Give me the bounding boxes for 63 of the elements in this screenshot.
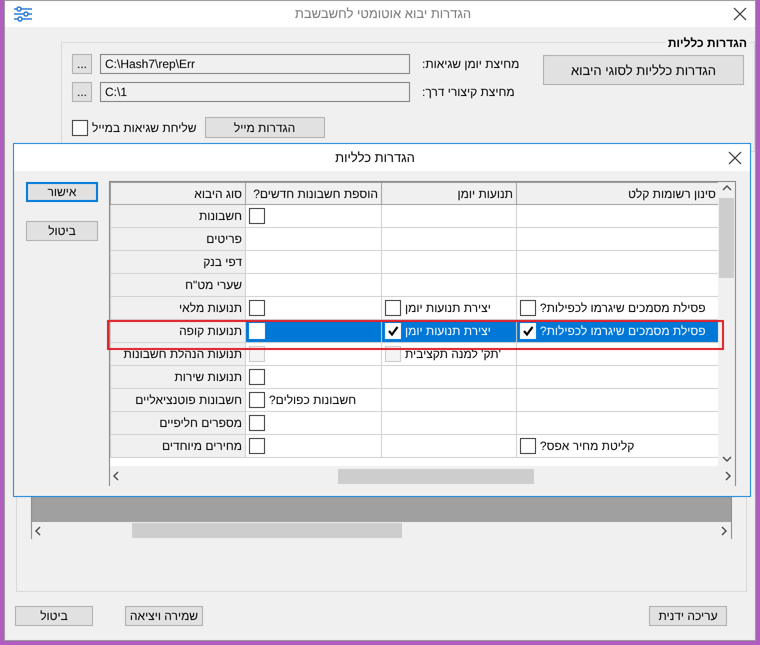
close-icon[interactable]: [728, 150, 742, 164]
grid-row[interactable]: תנועות שירות: [110, 366, 718, 388]
browse-button[interactable]: ...: [72, 54, 92, 74]
row-header[interactable]: שערי מט"ח: [110, 274, 246, 296]
row-header[interactable]: מחירים מיוחדים: [110, 434, 246, 458]
row-header[interactable]: מספרים חליפיים: [110, 412, 246, 434]
cell-label: קליטת מחיר אפס?: [540, 438, 634, 455]
grid-row[interactable]: פסילת מסמכים שיגרמו לכפילות? יצירת תנועות יומן תנועות קופה: [110, 320, 718, 342]
footer-button[interactable]: ביטול: [15, 606, 93, 626]
checkbox[interactable]: [520, 300, 536, 316]
checkbox[interactable]: [520, 438, 536, 454]
dialog-button[interactable]: ביטול: [26, 221, 98, 241]
dialog-button[interactable]: אישור: [26, 182, 98, 202]
cell-label: 'תק' למנה תקציבית: [404, 346, 501, 363]
footer-button[interactable]: שמירה ויציאה: [125, 606, 203, 626]
grid-row[interactable]: שערי מט"ח: [110, 274, 718, 296]
close-icon[interactable]: [733, 7, 747, 21]
row-header[interactable]: תנועות שירות: [110, 366, 246, 388]
grid-row[interactable]: קליטת מחיר אפס? מחירים מיוחדים: [110, 434, 718, 458]
row-header[interactable]: דפי בנק: [110, 250, 246, 274]
cell-label: יצירת תנועות יומן: [404, 323, 491, 340]
checkbox[interactable]: [249, 415, 265, 431]
checkbox[interactable]: [249, 208, 265, 224]
checkbox-label: שליחת שגיאות במייל: [92, 120, 197, 136]
checkbox[interactable]: [249, 300, 265, 316]
path-field[interactable]: C:\Hash7\rep\Err: [100, 54, 410, 74]
cell-label: פסילת מסמכים שיגרמו לכפילות?: [540, 300, 706, 317]
checkbox[interactable]: [249, 392, 265, 408]
scroll-thumb[interactable]: [338, 468, 534, 484]
row-header[interactable]: פריטים: [110, 228, 246, 250]
settings-icon[interactable]: [13, 6, 33, 22]
grid-row[interactable]: חשבונות: [110, 204, 718, 228]
import-types-button[interactable]: הגדרות כלליות לסוגי היבוא: [543, 55, 744, 85]
cell-label: יצירת תנועות יומן: [404, 300, 491, 317]
grid-row[interactable]: פריטים: [110, 228, 718, 250]
browse-button[interactable]: ...: [72, 82, 92, 102]
row-header[interactable]: חשבונות פוטנציאליים: [110, 388, 246, 412]
cell-label: פסילת מסמכים שיגרמו לכפילות?: [540, 323, 706, 340]
grid-row[interactable]: מספרים חליפיים: [110, 412, 718, 434]
grid-row[interactable]: 'תק' למנה תקציבית תנועות הנהלת חשבונות: [110, 342, 718, 366]
footer-button[interactable]: עריכה ידנית: [649, 606, 727, 626]
grid-row[interactable]: חשבונות כפולים? חשבונות פוטנציאליים: [110, 388, 718, 412]
window-title: הגדרות יבוא אוטומטי לחשבשבת: [294, 5, 472, 24]
cell-label: חשבונות כפולים?: [269, 392, 356, 409]
dialog-title: הגדרות כלליות: [334, 148, 416, 167]
row-header[interactable]: חשבונות: [110, 204, 246, 228]
grid-row[interactable]: דפי בנק: [110, 250, 718, 274]
checkbox[interactable]: [384, 300, 401, 316]
checkbox[interactable]: [249, 369, 265, 385]
field-label: מחיצת יומן שגיאות:: [422, 56, 520, 73]
scroll-thumb[interactable]: [132, 523, 402, 538]
column-header: הוספת חשבונות חדשים?: [246, 182, 382, 204]
grid-row[interactable]: פסילת מסמכים שיגרמו לכפילות? יצירת תנועות יומן תנועות מלאי: [110, 296, 718, 320]
checkbox[interactable]: [249, 438, 265, 454]
row-header[interactable]: תנועות מלאי: [110, 296, 246, 320]
checkbox[interactable]: [72, 120, 88, 136]
path-field[interactable]: C:\1: [100, 82, 410, 102]
field-label: מחיצת קיצורי דרך:: [422, 84, 515, 101]
mail-settings-button[interactable]: הגדרות מייל: [204, 117, 325, 138]
column-header: תנועות יומן: [381, 182, 516, 204]
scroll-thumb[interactable]: [719, 198, 734, 278]
column-header: סוג היבוא: [110, 182, 246, 204]
column-header: סינון רשומות קלט: [516, 182, 718, 204]
